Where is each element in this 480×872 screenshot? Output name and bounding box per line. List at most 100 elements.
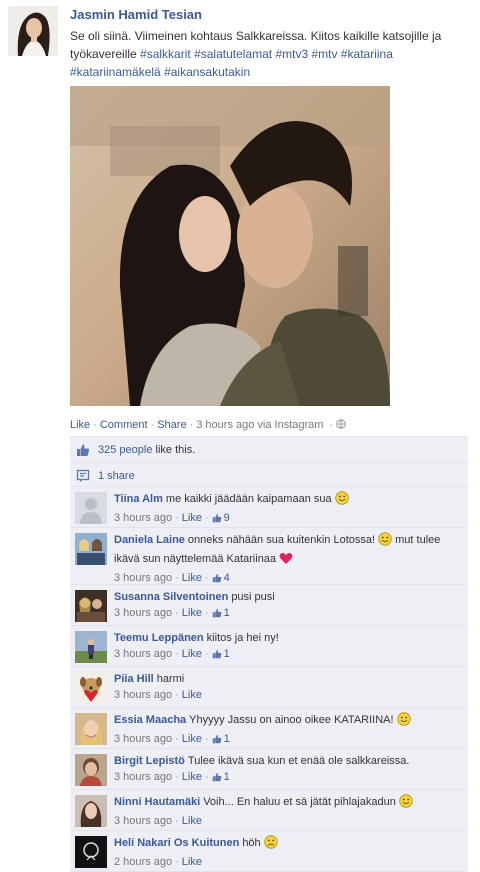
commenter-avatar[interactable] xyxy=(75,836,107,868)
commenter-name[interactable]: Heli Nakari Os Kuitunen xyxy=(114,837,239,849)
comment-meta: 3 hours ago · Like xyxy=(114,689,202,701)
commenter-name[interactable]: Birgit Lepistö xyxy=(114,755,185,767)
hashtag-link[interactable]: #mtv xyxy=(312,47,338,61)
commenter-name[interactable]: Susanna Silventoinen xyxy=(114,591,228,603)
thumbs-up-icon xyxy=(212,772,222,786)
comment-meta: 2 hours ago · Like xyxy=(114,856,202,868)
comment-time[interactable]: 3 hours ago xyxy=(114,572,172,584)
smile-emoji-icon xyxy=(378,532,392,551)
hashtag-link[interactable]: #katariina xyxy=(341,47,393,61)
comment-like-button[interactable]: Like xyxy=(182,771,202,783)
comment-text: harmi xyxy=(156,673,185,685)
smile-emoji-icon xyxy=(334,491,349,510)
comment-item: Daniela Laine onneks nähään sua kuitenkin… xyxy=(70,528,468,585)
feedback-box: 325 people like this. 1 share Tiina Alm m… xyxy=(70,436,468,872)
comment-body: Tiina Alm me kaikki jäädään kaipamaan sua… xyxy=(114,491,464,527)
comment-time[interactable]: 2 hours ago xyxy=(114,856,172,868)
comment-like-button[interactable]: Like xyxy=(182,815,202,827)
comment-like-button[interactable]: Like xyxy=(182,512,202,524)
comment-body: Piia Hill harmi 3 hours ago · Like xyxy=(114,671,464,702)
hashtag-link[interactable]: #mtv3 xyxy=(275,47,308,61)
comment-like-count[interactable]: 1 xyxy=(224,771,230,783)
comment-meta: 3 hours ago · Like · 1 xyxy=(114,732,464,748)
commenter-avatar[interactable] xyxy=(75,492,107,524)
comment-like-count[interactable]: 1 xyxy=(224,607,230,619)
commenter-name[interactable]: Piia Hill xyxy=(114,673,154,685)
hashtag-link[interactable]: #katariinamäkelä xyxy=(70,65,161,79)
likes-summary: 325 people like this. xyxy=(70,436,468,463)
post-author-name[interactable]: Jasmin Hamid Tesian xyxy=(70,7,202,22)
smile-emoji-icon xyxy=(399,794,413,813)
hashtag-link[interactable]: #aikansakutakin xyxy=(164,65,250,79)
commenter-name[interactable]: Teemu Leppänen xyxy=(114,632,204,644)
post-text: Se oli siinä. Viimeinen kohtaus Salkkare… xyxy=(70,27,472,81)
commenter-avatar[interactable] xyxy=(75,754,107,786)
thumbs-up-icon xyxy=(76,443,90,457)
comment-body: Daniela Laine onneks nähään sua kuitenkin… xyxy=(114,532,464,587)
post-photo[interactable] xyxy=(70,86,390,406)
comment-text: pusi pusi xyxy=(231,591,275,603)
likes-count-link[interactable]: 325 people xyxy=(98,444,152,456)
comment-time[interactable]: 3 hours ago xyxy=(114,689,172,701)
thumbs-up-icon xyxy=(212,649,222,663)
comment-like-count[interactable]: 4 xyxy=(224,572,230,584)
hashtag-link[interactable]: #salatutelamat xyxy=(194,47,272,61)
comment-like-button[interactable]: Like xyxy=(182,733,202,745)
comment-like-button[interactable]: Like xyxy=(182,689,202,701)
comment-item: Heli Nakari Os Kuitunen höh 2 hours ago · L… xyxy=(70,831,468,872)
like-action[interactable]: Like xyxy=(70,419,90,431)
heart-emoji-icon xyxy=(279,552,293,570)
comment-time[interactable]: 3 hours ago xyxy=(114,733,172,745)
hashtag-link[interactable]: #salkkarit xyxy=(140,47,191,61)
comment-like-button[interactable]: Like xyxy=(182,607,202,619)
shares-summary: 1 share xyxy=(70,463,468,487)
comment-item: Susanna Silventoinen pusi pusi 3 hours ag… xyxy=(70,585,468,626)
share-action[interactable]: Share xyxy=(157,419,186,431)
commenter-avatar[interactable] xyxy=(75,533,107,565)
globe-icon xyxy=(336,419,346,431)
commenter-name[interactable]: Ninni Hautamäki xyxy=(114,796,200,808)
comment-meta: 3 hours ago · Like · 1 xyxy=(114,647,464,663)
comment-body: Birgit Lepistö Tulee ikävä sua kun et enä… xyxy=(114,753,464,786)
comment-like-count[interactable]: 1 xyxy=(224,648,230,660)
thumbs-up-icon xyxy=(212,608,222,622)
comment-body: Heli Nakari Os Kuitunen höh 2 hours ago · L… xyxy=(114,835,464,869)
comment-meta: 3 hours ago · Like xyxy=(114,815,202,827)
comment-text: Yhyyyy Jassu on ainoo oikee KATARIINA! xyxy=(189,714,394,726)
comment-like-count[interactable]: 9 xyxy=(224,512,230,524)
commenter-avatar[interactable] xyxy=(75,713,107,745)
comment-time[interactable]: 3 hours ago xyxy=(114,815,172,827)
comment-like-button[interactable]: Like xyxy=(182,572,202,584)
comment-item: Essia Maacha Yhyyyy Jassu on ainoo oikee … xyxy=(70,708,468,749)
post-time[interactable]: 3 hours ago via Instagram xyxy=(196,419,323,431)
shares-link[interactable]: 1 share xyxy=(98,470,135,482)
author-avatar[interactable] xyxy=(8,6,58,56)
commenter-name[interactable]: Essia Maacha xyxy=(114,714,186,726)
comment-item: Piia Hill harmi 3 hours ago · Like xyxy=(70,667,468,708)
commenter-name[interactable]: Daniela Laine xyxy=(114,534,185,546)
commenter-avatar[interactable] xyxy=(75,795,107,827)
comment-action[interactable]: Comment xyxy=(100,419,148,431)
commenter-avatar[interactable] xyxy=(75,590,107,622)
comment-text: onneks nähään sua kuitenkin Lotossa! xyxy=(187,534,376,546)
likes-text: 325 people like this. xyxy=(98,444,195,456)
comment-time[interactable]: 3 hours ago xyxy=(114,607,172,619)
comment-text: höh xyxy=(242,837,261,849)
commenter-avatar[interactable] xyxy=(75,672,107,704)
comment-time[interactable]: 3 hours ago xyxy=(114,512,172,524)
comment-body: Essia Maacha Yhyyyy Jassu on ainoo oikee … xyxy=(114,712,464,748)
share-icon xyxy=(76,469,90,483)
frown-emoji-icon xyxy=(263,835,278,854)
comment-like-button[interactable]: Like xyxy=(182,856,202,868)
comment-body: Ninni Hautamäki Voih... En haluu et sä jä… xyxy=(114,794,464,828)
post-meta: Like · Comment · Share · 3 hours ago via Insta… xyxy=(70,419,346,431)
commenter-name[interactable]: Tiina Alm xyxy=(114,493,163,505)
comment-time[interactable]: 3 hours ago xyxy=(114,648,172,660)
comment-time[interactable]: 3 hours ago xyxy=(114,771,172,783)
commenter-avatar[interactable] xyxy=(75,631,107,663)
comment-text: me kaikki jäädään kaipamaan sua xyxy=(165,493,332,505)
comment-like-count[interactable]: 1 xyxy=(224,733,230,745)
comment-meta: 3 hours ago · Like · 1 xyxy=(114,606,464,622)
comment-item: Ninni Hautamäki Voih... En haluu et sä jä… xyxy=(70,790,468,831)
comment-like-button[interactable]: Like xyxy=(182,648,202,660)
